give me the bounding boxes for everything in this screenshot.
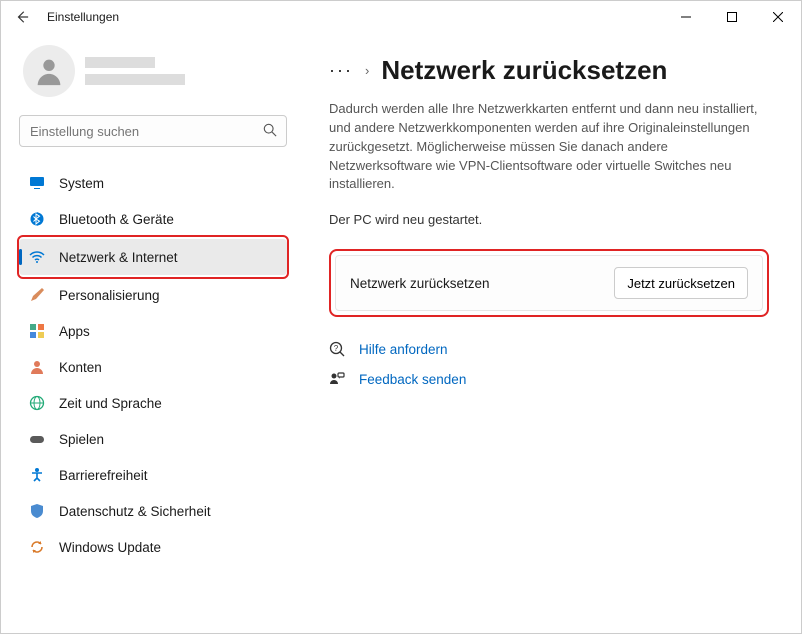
accessibility-icon xyxy=(29,467,45,483)
sidebar-item-label: Spielen xyxy=(59,432,104,447)
maximize-button[interactable] xyxy=(709,1,755,33)
back-button[interactable] xyxy=(15,10,29,24)
shield-icon xyxy=(29,503,45,519)
brush-icon xyxy=(29,287,45,303)
sidebar-item-label: Windows Update xyxy=(59,540,161,555)
minimize-button[interactable] xyxy=(663,1,709,33)
help-link[interactable]: ? Hilfe anfordern xyxy=(329,341,769,357)
search-icon xyxy=(263,123,277,142)
sidebar-item-label: Netzwerk & Internet xyxy=(59,250,178,265)
sidebar-item-label: System xyxy=(59,176,104,191)
page-title: Netzwerk zurücksetzen xyxy=(381,55,667,86)
main-content: ··· › Netzwerk zurücksetzen Dadurch werd… xyxy=(301,33,801,633)
reset-card: Netzwerk zurücksetzen Jetzt zurücksetzen xyxy=(335,255,763,311)
sidebar-item-label: Zeit und Sprache xyxy=(59,396,162,411)
user-profile[interactable] xyxy=(19,45,287,97)
sidebar-item-personalization[interactable]: Personalisierung xyxy=(19,277,287,313)
search-input[interactable] xyxy=(19,115,287,147)
chevron-right-icon: › xyxy=(365,63,369,78)
sidebar-item-label: Bluetooth & Geräte xyxy=(59,212,174,227)
sidebar-item-label: Personalisierung xyxy=(59,288,160,303)
sidebar-item-accessibility[interactable]: Barrierefreiheit xyxy=(19,457,287,493)
help-icon: ? xyxy=(329,341,345,357)
reset-now-button[interactable]: Jetzt zurücksetzen xyxy=(614,267,748,299)
window-title: Einstellungen xyxy=(47,10,663,24)
avatar xyxy=(23,45,75,97)
feedback-icon xyxy=(329,371,345,387)
titlebar: Einstellungen xyxy=(1,1,801,33)
restart-note: Der PC wird neu gestartet. xyxy=(329,212,769,227)
breadcrumb: ··· › Netzwerk zurücksetzen xyxy=(329,55,769,86)
sidebar-item-accounts[interactable]: Konten xyxy=(19,349,287,385)
sidebar-item-label: Apps xyxy=(59,324,90,339)
sidebar-item-bluetooth[interactable]: Bluetooth & Geräte xyxy=(19,201,287,237)
sidebar-item-apps[interactable]: Apps xyxy=(19,313,287,349)
sidebar-item-label: Konten xyxy=(59,360,102,375)
feedback-link[interactable]: Feedback senden xyxy=(329,371,769,387)
globe-icon xyxy=(29,395,45,411)
sidebar-item-time-language[interactable]: Zeit und Sprache xyxy=(19,385,287,421)
feedback-link-label: Feedback senden xyxy=(359,372,466,387)
nav-list: System Bluetooth & Geräte Netzwerk & Int… xyxy=(19,165,287,565)
monitor-icon xyxy=(29,175,45,191)
description-text: Dadurch werden alle Ihre Netzwerkkarten … xyxy=(329,100,769,194)
breadcrumb-ellipsis[interactable]: ··· xyxy=(329,60,353,81)
sidebar-item-windows-update[interactable]: Windows Update xyxy=(19,529,287,565)
bluetooth-icon xyxy=(29,211,45,227)
gamepad-icon xyxy=(29,431,45,447)
reset-card-label: Netzwerk zurücksetzen xyxy=(350,276,490,291)
sidebar-item-network[interactable]: Netzwerk & Internet xyxy=(19,239,287,275)
reset-card-highlight: Netzwerk zurücksetzen Jetzt zurücksetzen xyxy=(329,249,769,317)
sidebar-item-label: Datenschutz & Sicherheit xyxy=(59,504,211,519)
svg-text:?: ? xyxy=(334,344,339,353)
sidebar-highlight: Netzwerk & Internet xyxy=(17,235,289,279)
wifi-icon xyxy=(29,249,45,265)
sidebar-item-privacy[interactable]: Datenschutz & Sicherheit xyxy=(19,493,287,529)
sidebar: System Bluetooth & Geräte Netzwerk & Int… xyxy=(1,33,301,633)
sidebar-item-gaming[interactable]: Spielen xyxy=(19,421,287,457)
user-info-redacted xyxy=(85,57,185,85)
person-icon xyxy=(29,359,45,375)
close-button[interactable] xyxy=(755,1,801,33)
sidebar-item-label: Barrierefreiheit xyxy=(59,468,148,483)
help-link-label: Hilfe anfordern xyxy=(359,342,448,357)
apps-icon xyxy=(29,323,45,339)
search-box[interactable] xyxy=(19,115,287,147)
sidebar-item-system[interactable]: System xyxy=(19,165,287,201)
update-icon xyxy=(29,539,45,555)
